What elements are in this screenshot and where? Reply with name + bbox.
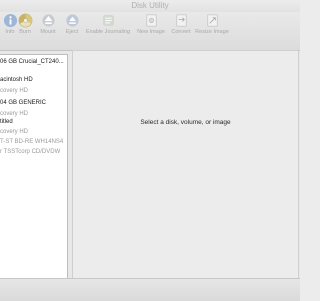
detail-pane: Select a disk, volume, or image [72, 50, 299, 279]
burn-button[interactable]: Burn [16, 13, 34, 35]
resize-image-label: Resize Image [195, 29, 229, 35]
window-title: Disk Utility [0, 0, 300, 12]
eject-button[interactable]: Eject [63, 13, 81, 35]
journaling-icon [102, 14, 114, 27]
eject-label: Eject [65, 29, 79, 35]
new-image-label: New Image [137, 29, 165, 35]
new-image-icon [146, 14, 156, 27]
mount-button[interactable]: Mount [38, 13, 58, 35]
burn-label: Burn [19, 29, 31, 35]
sidebar-item-recovery-hd-3[interactable]: covery HD [0, 127, 67, 137]
enable-journaling-button[interactable]: Enable Journaling [84, 13, 132, 35]
sidebar-item-crucial-disk[interactable]: 06 GB Crucial_CT240... [0, 57, 67, 67]
resize-image-button[interactable]: Resize Image [195, 13, 229, 35]
convert-label: Convert [171, 29, 191, 35]
bottom-bar [0, 278, 300, 301]
enable-journaling-label: Enable Journaling [85, 29, 131, 35]
new-image-button[interactable]: New Image [136, 13, 166, 35]
convert-icon [176, 14, 186, 27]
sidebar: 06 GB Crucial_CT240... acintosh HD cover… [0, 54, 68, 280]
burn-icon [18, 13, 32, 28]
resize-image-icon [207, 14, 217, 27]
disk-utility-window: Disk Utility Info Burn Mount Eject Enabl… [0, 0, 300, 301]
sidebar-item-macintosh-hd[interactable]: acintosh HD [0, 75, 67, 85]
sidebar-item-generic-disk[interactable]: 04 GB GENERIC [0, 98, 67, 108]
sidebar-item-recovery-hd[interactable]: covery HD [0, 86, 67, 96]
mount-label: Mount [40, 29, 56, 35]
sidebar-item-untitled[interactable]: titled [0, 117, 67, 127]
eject-icon [65, 14, 79, 27]
mount-icon [41, 14, 55, 27]
convert-button[interactable]: Convert [169, 13, 193, 35]
empty-selection-message: Select a disk, volume, or image [140, 119, 231, 126]
toolbar: Info Burn Mount Eject Enable Journaling … [0, 12, 300, 51]
sidebar-item-dvd-drive[interactable]: r TSSTcorp CD/DVDW [0, 147, 67, 157]
sidebar-item-bd-re-drive[interactable]: T-ST BD-RE WH14NS4 [0, 137, 67, 147]
